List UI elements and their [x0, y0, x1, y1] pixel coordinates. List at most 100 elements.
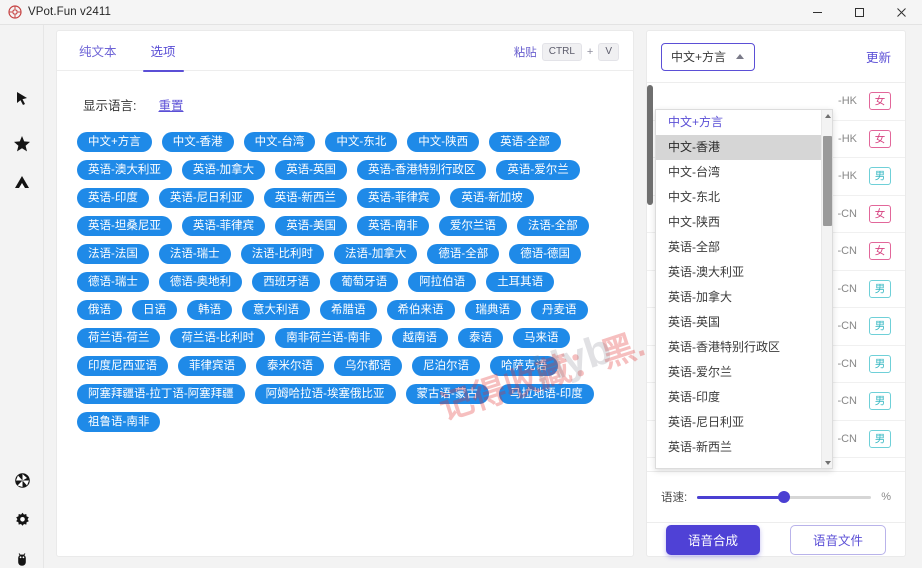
paste-hint[interactable]: 粘贴 CTRL + V [514, 43, 619, 61]
paste-label[interactable]: 粘贴 [514, 44, 537, 60]
dropdown-option[interactable]: 英语-香港特别行政区 [656, 335, 821, 360]
language-tag[interactable]: 法语-全部 [516, 216, 589, 236]
language-tag[interactable]: 蒙古语-蒙古 [405, 384, 489, 404]
language-tag[interactable]: 韩语 [187, 300, 232, 320]
language-tag[interactable]: 越南语 [391, 328, 449, 348]
maximize-icon[interactable] [838, 0, 880, 25]
language-tag[interactable]: 英语-新加坡 [450, 188, 534, 208]
language-tag[interactable]: 德语-德国 [509, 244, 582, 264]
dropdown-option[interactable]: 英语-澳大利亚 [656, 260, 821, 285]
language-tag[interactable]: 中文+方言 [77, 132, 152, 152]
language-tag[interactable]: 日语 [132, 300, 177, 320]
aperture-icon[interactable] [0, 463, 44, 497]
dropdown-option[interactable]: 英语-英国 [656, 310, 821, 335]
language-tag[interactable]: 英语-香港特别行政区 [357, 160, 487, 180]
language-tag[interactable]: 英语-加拿大 [181, 160, 266, 180]
language-tag[interactable]: 英语-全部 [489, 132, 561, 152]
dropdown-option[interactable]: 英语-爱尔兰 [656, 360, 821, 385]
language-tag[interactable]: 西班牙语 [252, 272, 321, 292]
dropdown-option[interactable]: 英语-加拿大 [656, 285, 821, 310]
language-tag[interactable]: 英语-南非 [357, 216, 429, 236]
language-tag[interactable]: 英语-爱尔兰 [496, 160, 580, 180]
language-tag[interactable]: 中文-陕西 [407, 132, 480, 152]
language-tag[interactable]: 哈萨克语 [490, 356, 558, 376]
language-tag[interactable]: 英语-坦桑尼亚 [77, 216, 172, 236]
mountain-icon[interactable] [0, 165, 44, 199]
language-tag[interactable]: 爱尔兰语 [438, 216, 507, 236]
gear-icon[interactable] [0, 503, 44, 537]
language-tag[interactable]: 荷兰语-荷兰 [77, 328, 161, 348]
voice-list-scrollbar-thumb[interactable] [647, 85, 653, 205]
language-tag[interactable]: 阿拉伯语 [408, 272, 477, 292]
language-tag[interactable]: 瑞典语 [464, 300, 521, 320]
voice-file-button[interactable]: 语音文件 [790, 524, 887, 555]
language-tag[interactable]: 南非荷兰语-南非 [275, 328, 382, 348]
language-tag[interactable]: 德语-奥地利 [158, 272, 243, 292]
language-tag[interactable]: 法语-比利时 [240, 244, 325, 264]
dropdown-scrollbar[interactable] [821, 110, 832, 468]
language-tag[interactable]: 英语-新西兰 [263, 188, 348, 208]
language-tag[interactable]: 泰米尔语 [256, 356, 324, 376]
language-tag[interactable]: 英语-美国 [275, 216, 348, 236]
dropdown-option[interactable]: 中文-东北 [656, 185, 821, 210]
language-tag[interactable]: 俄语 [77, 300, 122, 320]
dropdown-option[interactable]: 中文+方言 [656, 110, 821, 135]
language-tag[interactable]: 意大利语 [242, 300, 310, 320]
star-icon[interactable] [0, 127, 44, 161]
language-tag[interactable]: 希腊语 [320, 300, 377, 320]
language-tag[interactable]: 中文-香港 [161, 132, 234, 152]
language-tag[interactable]: 阿姆哈拉语-埃塞俄比亚 [254, 384, 396, 404]
language-tag[interactable]: 印度尼西亚语 [77, 356, 168, 376]
tab-options[interactable]: 选项 [139, 31, 188, 72]
language-tag[interactable]: 马来语 [513, 328, 570, 348]
language-tag[interactable]: 马拉地语-印度 [498, 384, 594, 404]
language-tag[interactable]: 丹麦语 [531, 300, 588, 320]
language-tag[interactable]: 泰语 [458, 328, 504, 348]
language-tag[interactable]: 英语-澳大利亚 [77, 160, 172, 180]
language-tag[interactable]: 希伯来语 [386, 300, 455, 320]
language-dropdown[interactable]: 中文+方言 中文-香港 中文-台湾 中文-东北 中文-陕西 英语-全部 英语-澳大利亚 英语-… [655, 109, 833, 469]
language-tag[interactable]: 尼泊尔语 [412, 356, 480, 376]
dropdown-option[interactable]: 中文-香港 [656, 135, 821, 160]
language-tag[interactable]: 土耳其语 [486, 272, 555, 292]
triangle-up-icon[interactable] [822, 110, 832, 121]
language-tag[interactable]: 法语-瑞士 [158, 244, 231, 264]
language-tag[interactable]: 祖鲁语-南非 [77, 412, 161, 432]
language-tag[interactable]: 荷兰语-比利时 [170, 328, 266, 348]
language-tag[interactable]: 葡萄牙语 [330, 272, 399, 292]
language-select[interactable]: 中文+方言 [661, 42, 755, 71]
language-tag[interactable]: 乌尔都语 [334, 356, 402, 376]
language-tag[interactable]: 阿塞拜疆语-拉丁语-阿塞拜疆 [77, 384, 245, 404]
language-tag[interactable]: 中文-东北 [325, 132, 398, 152]
language-tag[interactable]: 英语-印度 [77, 188, 149, 208]
bug-icon[interactable] [0, 543, 44, 568]
dropdown-option[interactable]: 英语-印度 [656, 385, 821, 410]
language-tag[interactable]: 英语-菲律宾 [357, 188, 441, 208]
update-link[interactable]: 更新 [866, 47, 891, 66]
dropdown-option[interactable]: 中文-陕西 [656, 210, 821, 235]
tab-plain-text[interactable]: 纯文本 [67, 31, 129, 71]
language-tag[interactable]: 英语-菲律宾 [181, 216, 266, 236]
minimize-icon[interactable] [796, 0, 838, 25]
rate-slider-thumb[interactable] [778, 491, 791, 503]
language-tag[interactable]: 法语-加拿大 [334, 244, 418, 264]
language-tag[interactable]: 英语-英国 [275, 160, 348, 180]
close-icon[interactable] [880, 0, 922, 25]
language-tag[interactable]: 法语-法国 [77, 244, 149, 264]
rate-slider[interactable] [697, 489, 872, 505]
dropdown-option[interactable]: 英语-新西兰 [656, 435, 821, 458]
language-tag[interactable]: 德语-瑞士 [77, 272, 149, 292]
language-tag[interactable]: 德语-全部 [427, 244, 500, 264]
synthesize-button[interactable]: 语音合成 [665, 524, 760, 555]
cursor-arrow-icon[interactable] [0, 81, 44, 115]
dropdown-scrollbar-thumb[interactable] [823, 136, 832, 226]
dropdown-option[interactable]: 中文-台湾 [656, 160, 821, 185]
voice-list-scrollbar[interactable] [647, 83, 654, 469]
language-tag[interactable]: 菲律宾语 [178, 356, 246, 376]
language-tag[interactable]: 英语-尼日利亚 [158, 188, 254, 208]
dropdown-option[interactable]: 英语-全部 [656, 235, 821, 260]
language-tag[interactable]: 中文-台湾 [243, 132, 316, 152]
triangle-down-icon[interactable] [822, 457, 832, 468]
dropdown-option[interactable]: 英语-尼日利亚 [656, 410, 821, 435]
reset-link[interactable]: 重置 [158, 95, 183, 114]
